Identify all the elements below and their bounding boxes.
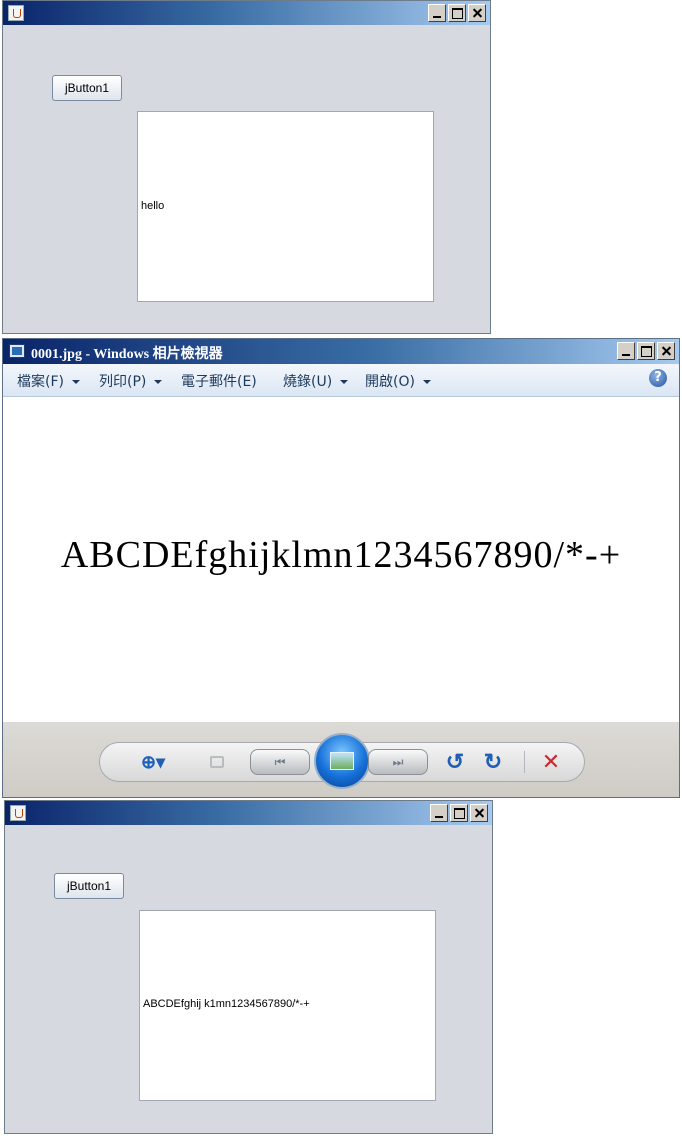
text-area-content: ABCDEfghij k1mn1234567890/*-+ <box>143 998 310 1010</box>
java-window-top: jButton1 hello <box>2 0 491 334</box>
divider <box>524 751 525 773</box>
zoom-icon[interactable]: ⊕▾ <box>132 743 174 781</box>
minimize-button[interactable] <box>617 342 635 360</box>
menu-print[interactable]: 列印(P) <box>99 371 163 391</box>
slideshow-button[interactable] <box>314 733 370 789</box>
menu-email[interactable]: 電子郵件(E) <box>181 371 257 391</box>
image-canvas: ABCDEfghijklmn1234567890/*-+ <box>3 397 679 723</box>
java-window-bottom: jButton1 ABCDEfghij k1mn1234567890/*-+ <box>4 800 493 1134</box>
java-icon <box>8 5 24 21</box>
menu-print-label: 列印(P) <box>99 374 147 390</box>
java-icon <box>10 805 26 821</box>
minimize-button[interactable] <box>428 4 446 22</box>
title-bar[interactable] <box>5 801 492 825</box>
menu-file[interactable]: 檔案(F) <box>17 371 80 391</box>
next-button[interactable]: ⏭ <box>368 743 428 781</box>
maximize-button[interactable] <box>637 342 655 360</box>
menu-open-label: 開啟(O) <box>365 374 415 390</box>
menu-open[interactable]: 開啟(O) <box>365 371 431 391</box>
chevron-down-icon <box>422 380 431 384</box>
actual-size-icon[interactable] <box>204 743 230 781</box>
menu-file-label: 檔案(F) <box>17 374 64 390</box>
delete-icon[interactable]: ✕ <box>536 743 566 781</box>
jbutton1[interactable]: jButton1 <box>52 75 122 101</box>
rotate-counterclockwise-icon[interactable]: ↺ <box>442 743 468 781</box>
close-button[interactable] <box>468 4 486 22</box>
text-area-content: hello <box>141 200 165 212</box>
menu-burn[interactable]: 燒錄(U) <box>283 371 349 391</box>
previous-icon: ⏮ <box>250 749 310 775</box>
menu-bar: 檔案(F) 列印(P) 電子郵件(E) 燒錄(U) 開啟(O) ? <box>3 364 679 397</box>
close-button[interactable] <box>470 804 488 822</box>
help-icon[interactable]: ? <box>649 369 667 387</box>
maximize-button[interactable] <box>448 4 466 22</box>
text-area[interactable]: hello <box>137 111 434 302</box>
title-bar[interactable]: 0001.jpg - Windows 相片檢視器 <box>3 339 679 364</box>
menu-email-label: 電子郵件(E) <box>181 374 257 390</box>
previous-button[interactable]: ⏮ <box>250 743 310 781</box>
text-area[interactable]: ABCDEfghij k1mn1234567890/*-+ <box>139 910 436 1101</box>
playback-toolbar: ⊕▾ ⏮ ⏭ ↺ ↻ ✕ <box>3 722 679 797</box>
menu-burn-label: 燒錄(U) <box>283 374 333 390</box>
jbutton1[interactable]: jButton1 <box>54 873 124 899</box>
title-bar[interactable] <box>3 1 490 25</box>
slideshow-icon <box>330 752 354 770</box>
next-icon: ⏭ <box>368 749 428 775</box>
chevron-down-icon <box>154 380 163 384</box>
chevron-down-icon <box>71 380 80 384</box>
photo-viewer-icon <box>9 344 25 358</box>
minimize-button[interactable] <box>430 804 448 822</box>
window-title: 0001.jpg - Windows 相片檢視器 <box>31 347 223 362</box>
chevron-down-icon <box>340 380 349 384</box>
control-pill: ⊕▾ ⏮ ⏭ ↺ ↻ ✕ <box>99 733 585 789</box>
maximize-button[interactable] <box>450 804 468 822</box>
image-content-text: ABCDEfghijklmn1234567890/*-+ <box>60 534 622 576</box>
close-button[interactable] <box>657 342 675 360</box>
rotate-clockwise-icon[interactable]: ↻ <box>480 743 506 781</box>
photo-viewer-window: 0001.jpg - Windows 相片檢視器 檔案(F) 列印(P) 電子郵… <box>2 338 680 798</box>
